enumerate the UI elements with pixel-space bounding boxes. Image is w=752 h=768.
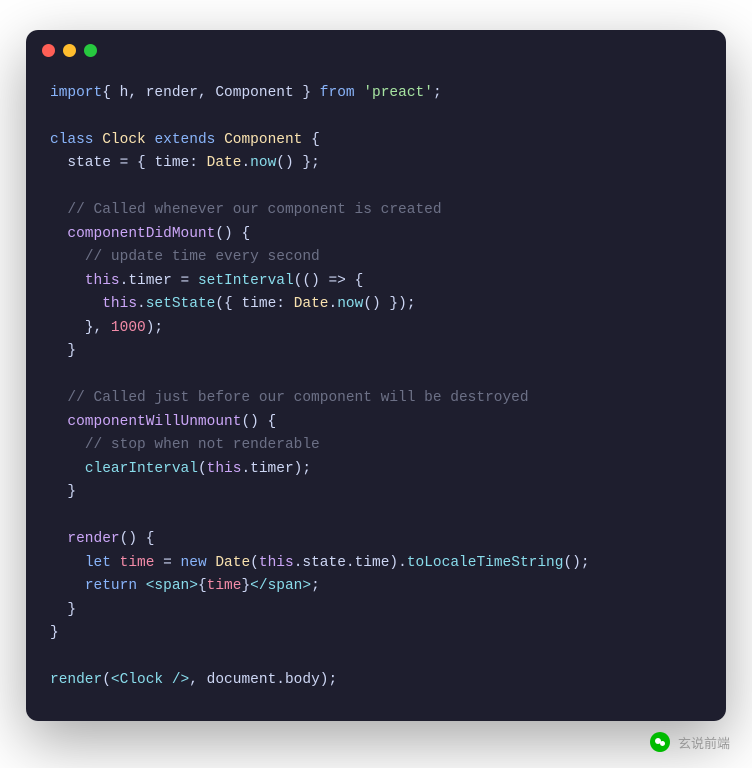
- minimize-icon[interactable]: [63, 44, 76, 57]
- wechat-icon: [650, 732, 670, 752]
- keyword: import: [50, 85, 102, 101]
- close-icon[interactable]: [42, 44, 55, 57]
- titlebar: [26, 30, 726, 70]
- code-window: import{ h, render, Component } from 'pre…: [26, 30, 726, 721]
- watermark: 玄说前端: [650, 732, 730, 752]
- watermark-text: 玄说前端: [678, 733, 730, 752]
- code-block: import{ h, render, Component } from 'pre…: [26, 70, 726, 721]
- maximize-icon[interactable]: [84, 44, 97, 57]
